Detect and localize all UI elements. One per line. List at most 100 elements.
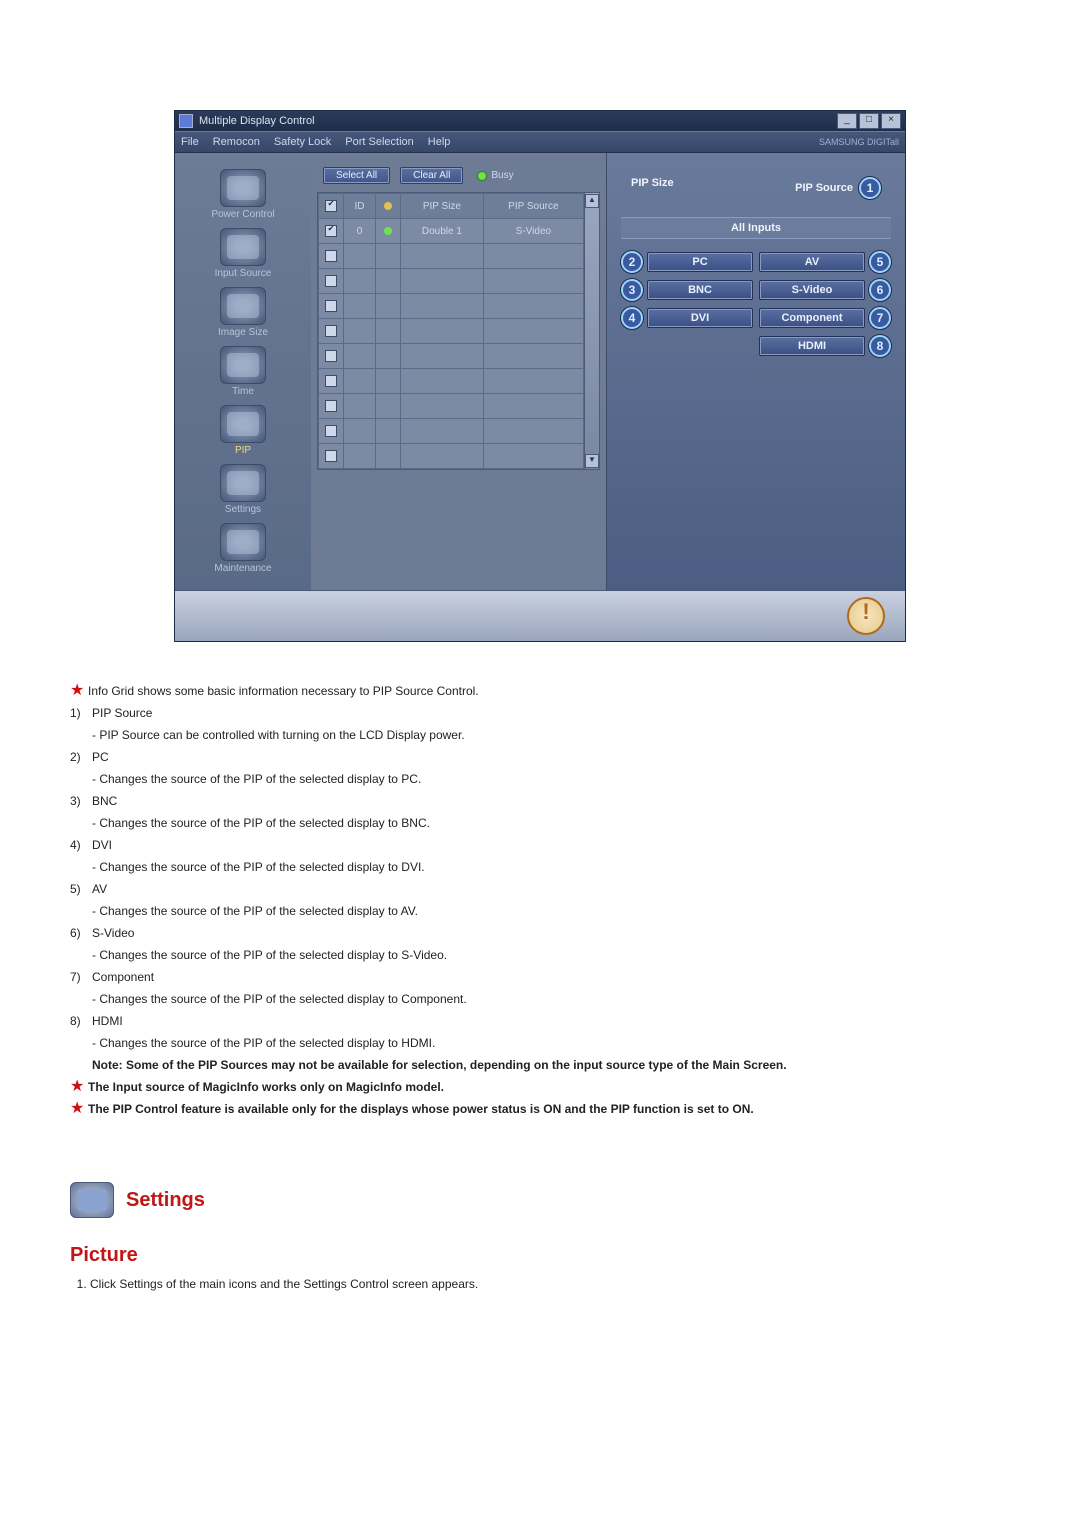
menu-file[interactable]: File: [181, 136, 199, 148]
row-checkbox-cell[interactable]: [319, 394, 344, 419]
sidebar-item-image-size[interactable]: Image Size: [183, 287, 303, 338]
row-pip-source: S-Video: [483, 219, 583, 244]
item-desc: - Changes the source of the PIP of the s…: [70, 1034, 1010, 1052]
input-source-icon: [220, 228, 266, 266]
callout-2: 2: [621, 251, 643, 273]
table-row[interactable]: [319, 269, 584, 294]
window-minimize[interactable]: _: [837, 113, 857, 129]
checkbox-icon: [325, 375, 337, 387]
brand-label: SAMSUNG DIGITall: [819, 137, 899, 147]
table-row[interactable]: [319, 294, 584, 319]
row-pip-source: [483, 369, 583, 394]
item-number: 7): [70, 968, 92, 986]
item-number: 2): [70, 748, 92, 766]
time-icon: [220, 346, 266, 384]
table-row[interactable]: [319, 394, 584, 419]
menu-port-selection[interactable]: Port Selection: [345, 136, 413, 148]
clear-all-button[interactable]: Clear All: [400, 167, 463, 184]
scroll-up-icon[interactable]: ▲: [585, 194, 599, 208]
row-checkbox-cell[interactable]: [319, 444, 344, 469]
component-button[interactable]: Component: [759, 308, 865, 328]
table-row[interactable]: [319, 344, 584, 369]
sidebar-item-power-control[interactable]: Power Control: [183, 169, 303, 220]
row-status-cell: [376, 294, 401, 319]
row-checkbox-cell[interactable]: [319, 269, 344, 294]
row-pip-source: [483, 269, 583, 294]
scroll-down-icon[interactable]: ▼: [585, 454, 599, 468]
callout-3: 3: [621, 279, 643, 301]
row-status-cell: [376, 344, 401, 369]
table-row[interactable]: [319, 369, 584, 394]
sidebar-item-time[interactable]: Time: [183, 346, 303, 397]
pc-button[interactable]: PC: [647, 252, 753, 272]
settings-section-icon: [70, 1182, 114, 1218]
col-check[interactable]: [319, 194, 344, 219]
row-pip-size: [401, 369, 484, 394]
window-close[interactable]: ×: [881, 113, 901, 129]
status-bar: !: [175, 590, 905, 641]
table-row[interactable]: [319, 419, 584, 444]
row-pip-size: [401, 319, 484, 344]
row-id: [344, 294, 376, 319]
row-id: [344, 269, 376, 294]
grid-scrollbar[interactable]: ▲ ▼: [584, 193, 599, 469]
panel-head-left: PIP Size: [631, 177, 674, 199]
sidebar-item-maintenance[interactable]: Maintenance: [183, 523, 303, 574]
row-id: [344, 369, 376, 394]
sidebar-item-pip[interactable]: PIP: [183, 405, 303, 456]
row-checkbox-cell[interactable]: [319, 244, 344, 269]
checkbox-icon: [325, 450, 337, 462]
list-item: 3)BNC: [70, 792, 1010, 810]
av-button[interactable]: AV: [759, 252, 865, 272]
callout-8: 8: [869, 335, 891, 357]
row-checkbox-cell[interactable]: [319, 419, 344, 444]
table-row[interactable]: [319, 444, 584, 469]
sidebar-item-label: Power Control: [183, 209, 303, 220]
select-all-button[interactable]: Select All: [323, 167, 390, 184]
callout-1: 1: [859, 177, 881, 199]
row-status-cell: [376, 419, 401, 444]
note-magicinfo: The Input source of MagicInfo works only…: [88, 1078, 444, 1096]
item-number: 5): [70, 880, 92, 898]
item-title: DVI: [92, 836, 112, 854]
row-pip-size: [401, 344, 484, 369]
table-row[interactable]: 0Double 1S-Video: [319, 219, 584, 244]
row-pip-source: [483, 319, 583, 344]
row-checkbox-cell[interactable]: [319, 344, 344, 369]
row-checkbox-cell[interactable]: [319, 294, 344, 319]
hdmi-button[interactable]: HDMI: [759, 336, 865, 356]
callout-7: 7: [869, 307, 891, 329]
item-title: PIP Source: [92, 704, 152, 722]
dvi-button[interactable]: DVI: [647, 308, 753, 328]
window-title: Multiple Display Control: [199, 115, 315, 127]
row-checkbox-cell[interactable]: [319, 219, 344, 244]
row-id: [344, 444, 376, 469]
table-row[interactable]: [319, 244, 584, 269]
busy-label: Busy: [491, 170, 513, 181]
menu-safety-lock[interactable]: Safety Lock: [274, 136, 331, 148]
menu-help[interactable]: Help: [428, 136, 451, 148]
grid-header-row: ID PIP Size PIP Source: [319, 194, 584, 219]
panel-head-right: PIP Source: [795, 182, 853, 194]
row-status-cell: [376, 394, 401, 419]
list-item: 8)HDMI: [70, 1012, 1010, 1030]
row-pip-source: [483, 244, 583, 269]
row-pip-source: [483, 394, 583, 419]
sidebar-item-label: Input Source: [183, 268, 303, 279]
window-maximize[interactable]: □: [859, 113, 879, 129]
row-checkbox-cell[interactable]: [319, 319, 344, 344]
bnc-button[interactable]: BNC: [647, 280, 753, 300]
row-status-cell: [376, 444, 401, 469]
callout-6: 6: [869, 279, 891, 301]
document-body: ★ Info Grid shows some basic information…: [70, 682, 1010, 1291]
table-row[interactable]: [319, 319, 584, 344]
row-checkbox-cell[interactable]: [319, 369, 344, 394]
menu-remocon[interactable]: Remocon: [213, 136, 260, 148]
sidebar-item-settings[interactable]: Settings: [183, 464, 303, 515]
note-pip-control: The PIP Control feature is available onl…: [88, 1100, 754, 1118]
sidebar-item-input-source[interactable]: Input Source: [183, 228, 303, 279]
image-size-icon: [220, 287, 266, 325]
busy-indicator: Busy: [477, 170, 513, 181]
sidebar-item-label: PIP: [183, 445, 303, 456]
svideo-button[interactable]: S-Video: [759, 280, 865, 300]
